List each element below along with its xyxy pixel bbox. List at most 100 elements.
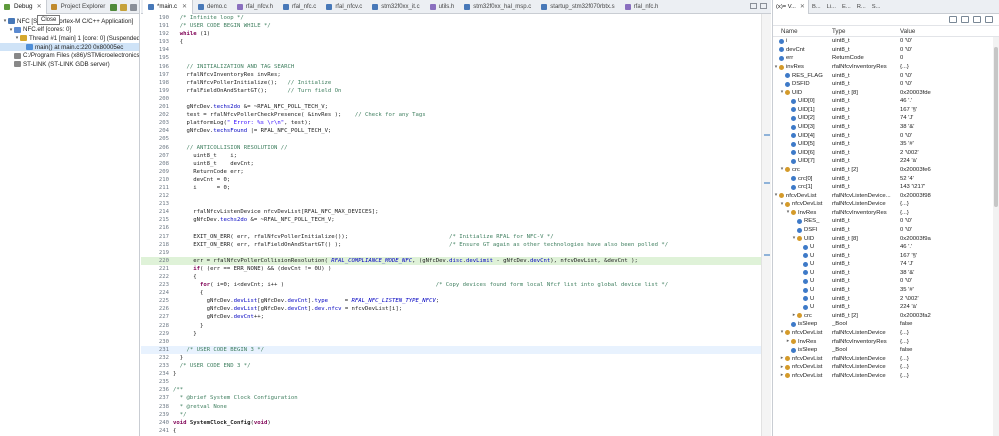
variable-row[interactable]: ▸ nfcvDevList rfalNfcvListenDevice {...} bbox=[773, 363, 999, 372]
code-line[interactable]: 222 { bbox=[141, 273, 761, 281]
code-line[interactable]: 226 gNfcDev.devList[gNfcDev.devCnt].dev.… bbox=[141, 305, 761, 313]
editor-tab[interactable]: startup_stm32f070rbtx.s bbox=[536, 0, 619, 14]
variable-row[interactable]: crc[0] uint8_t 52 '4' bbox=[773, 174, 999, 183]
variable-row[interactable]: Uuint8_t 46 '.' bbox=[773, 243, 999, 252]
variable-row[interactable]: Uuint8_t 74 'J' bbox=[773, 260, 999, 269]
variable-value[interactable]: 224 'à' bbox=[900, 304, 999, 310]
editor-tab[interactable]: *main.c ✕ bbox=[143, 0, 194, 14]
variable-row[interactable]: crc[1] uint8_t 143 '\217' bbox=[773, 183, 999, 192]
variable-value[interactable]: 0 '\0' bbox=[900, 47, 999, 53]
close-icon[interactable]: ✕ bbox=[37, 3, 42, 10]
variable-row[interactable]: Uuint8_t 2 '\002' bbox=[773, 294, 999, 303]
variable-value[interactable]: 0 '\0' bbox=[900, 218, 999, 224]
code-line[interactable]: 220 err = rfalNfcvPollerCollisionResolut… bbox=[141, 256, 761, 265]
code-line[interactable]: 207 uint8_t i; bbox=[141, 152, 761, 160]
variable-value[interactable]: 38 '&' bbox=[900, 270, 999, 276]
code-line[interactable]: 208 uint8_t devCnt; bbox=[141, 160, 761, 168]
code-line[interactable]: 203 platformLog(" Error: %s \r\n", test)… bbox=[141, 119, 761, 127]
tab-debug[interactable]: Debug ✕ bbox=[0, 0, 47, 14]
editor-tab[interactable]: rfal_nfcv.c bbox=[321, 0, 367, 14]
step-icon[interactable] bbox=[120, 3, 127, 11]
code-line[interactable]: 221 if( (err == ERR_NONE) && (devCnt != … bbox=[141, 265, 761, 273]
variable-value[interactable]: false bbox=[900, 321, 999, 327]
code-line[interactable]: 195 bbox=[141, 54, 761, 62]
code-line[interactable]: 227 gNfcDev.devCnt++; bbox=[141, 313, 761, 321]
code-line[interactable]: 228 } bbox=[141, 322, 761, 330]
code-line[interactable]: 213 bbox=[141, 200, 761, 208]
code-line[interactable]: 204 gNfcDev.techsFound |= RFAL_NFC_POLL_… bbox=[141, 127, 761, 135]
code-line[interactable]: 234} bbox=[141, 370, 761, 378]
variable-value[interactable]: {...} bbox=[900, 356, 999, 362]
collapse-all-icon[interactable] bbox=[949, 16, 957, 23]
code-line[interactable]: 224 { bbox=[141, 289, 761, 297]
debug-tree-item[interactable]: ▾ NFC [STM32 Cortex-M C/C++ Application] bbox=[0, 17, 139, 26]
view-tab[interactable]: S... bbox=[869, 0, 884, 14]
variable-value[interactable]: 74 'J' bbox=[900, 261, 999, 267]
view-tab[interactable]: R... bbox=[854, 0, 869, 14]
variable-row[interactable]: UID[1] uint8_t 167 '§' bbox=[773, 106, 999, 115]
variable-value[interactable]: 52 '4' bbox=[900, 176, 999, 182]
variable-row[interactable]: UID[0] uint8_t 46 '.' bbox=[773, 97, 999, 106]
variable-row[interactable]: UID[5] uint8_t 35 '#' bbox=[773, 140, 999, 149]
variable-row[interactable]: UID[2] uint8_t 74 'J' bbox=[773, 114, 999, 123]
editor-tab[interactable]: rfal_nfc.h bbox=[620, 0, 664, 14]
code-line[interactable]: 201 gNfcDev.techs2do &= ~RFAL_NFC_POLL_T… bbox=[141, 103, 761, 111]
variable-value[interactable]: 74 'J' bbox=[900, 115, 999, 121]
code-line[interactable]: 230 bbox=[141, 338, 761, 346]
close-icon[interactable]: ✕ bbox=[800, 3, 805, 10]
editor-tab[interactable]: rfal_nfcv.h bbox=[232, 0, 278, 14]
code-line[interactable]: 202 test = rfalNfcvPollerCheckPresence( … bbox=[141, 111, 761, 119]
code-line[interactable]: 223 for( i=0; i<devCnt; i++ ) /* Copy de… bbox=[141, 281, 761, 289]
code-line[interactable]: 238 * @retval None bbox=[141, 403, 761, 411]
debug-tree-item[interactable]: ▾ NFC.elf [cores: 0] bbox=[0, 26, 139, 35]
code-line[interactable]: 241 { bbox=[141, 427, 761, 435]
variable-row[interactable]: UID[6] uint8_t 2 '\002' bbox=[773, 149, 999, 158]
variable-row[interactable]: UID[7] uint8_t 224 'à' bbox=[773, 157, 999, 166]
code-line[interactable]: 217 EXIT_ON_ERR( err, rfalNfcvPollerInit… bbox=[141, 233, 761, 241]
code-line[interactable]: 231 /* USER CODE BEGIN 3 */ bbox=[141, 345, 761, 354]
variable-value[interactable]: 38 '&' bbox=[900, 124, 999, 130]
column-value[interactable]: Value bbox=[900, 28, 999, 35]
variable-value[interactable]: 46 '.' bbox=[900, 98, 999, 104]
code-line[interactable]: 214 rfalNfcvListenDevice nfcvDevList[RFA… bbox=[141, 208, 761, 216]
view-tab[interactable]: Li... bbox=[824, 0, 839, 14]
variable-value[interactable]: 0 bbox=[900, 55, 999, 61]
code-line[interactable]: 192 while (1) bbox=[141, 30, 761, 38]
variable-row[interactable]: ▸ crc uint8_t [2] 0x20003fa2 bbox=[773, 312, 999, 321]
code-line[interactable]: 211 i = 0; bbox=[141, 184, 761, 192]
variable-value[interactable]: {...} bbox=[900, 373, 999, 379]
code-line[interactable]: 210 devCnt = 0; bbox=[141, 176, 761, 184]
code-line[interactable]: 239 */ bbox=[141, 411, 761, 419]
variable-value[interactable]: {...} bbox=[900, 201, 999, 207]
editor-tab[interactable]: utils.h bbox=[425, 0, 460, 14]
variable-value[interactable]: 224 'à' bbox=[900, 158, 999, 164]
code-line[interactable]: 229 } bbox=[141, 330, 761, 338]
variable-row[interactable]: ▾ nfcvDevList rfalNfcvListenDevice {...} bbox=[773, 200, 999, 209]
editor-tab[interactable]: stm32f0xx_hal_msp.c bbox=[459, 0, 536, 14]
variable-value[interactable]: 0 '\0' bbox=[900, 81, 999, 87]
variable-value[interactable]: 2 '\002' bbox=[900, 296, 999, 302]
view-menu-icon[interactable] bbox=[985, 16, 993, 23]
debug-tree-item[interactable]: ST-LINK (ST-LINK GDB server) bbox=[0, 60, 139, 69]
variable-value[interactable]: 0 '\0' bbox=[900, 227, 999, 233]
variable-value[interactable]: 35 '#' bbox=[900, 141, 999, 147]
variable-row[interactable]: ▾ nfcvDevList rfalNfcvListenDevice... 0x200… bbox=[773, 191, 999, 200]
variable-value[interactable]: 143 '\217' bbox=[900, 184, 999, 190]
variable-value[interactable]: false bbox=[900, 347, 999, 353]
variable-row[interactable]: devCnt uint8_t 0 '\0' bbox=[773, 46, 999, 55]
code-line[interactable]: 215 gNfcDev.techs2do &= ~RFAL_NFC_POLL_T… bbox=[141, 216, 761, 224]
tab-project-explorer[interactable]: Project Explorer bbox=[47, 0, 110, 14]
minimize-icon[interactable] bbox=[750, 3, 757, 9]
variable-row[interactable]: ▾ InvRes rfalNfcvInventoryRes {...} bbox=[773, 209, 999, 218]
code-line[interactable]: 225 gNfcDev.devList[gNfcDev.devCnt].type… bbox=[141, 297, 761, 305]
variable-row[interactable]: Uuint8_t 0 '\0' bbox=[773, 277, 999, 286]
debug-tree-item[interactable]: ▾ Thread #1 [main] 1 [core: 0] (Suspended… bbox=[0, 34, 139, 43]
variable-row[interactable]: ▸ nfcvDevList rfalNfcvListenDevice {...} bbox=[773, 354, 999, 363]
variable-row[interactable]: DSFI uint8_t 0 '\0' bbox=[773, 226, 999, 235]
overview-ruler[interactable] bbox=[761, 14, 771, 436]
menu-icon[interactable] bbox=[130, 3, 137, 11]
variable-value[interactable]: 167 '§' bbox=[900, 107, 999, 113]
code-line[interactable]: 209 ReturnCode err; bbox=[141, 168, 761, 176]
code-line[interactable]: 200 bbox=[141, 95, 761, 103]
code-line[interactable]: 240 void SystemClock_Config(void) bbox=[141, 419, 761, 427]
